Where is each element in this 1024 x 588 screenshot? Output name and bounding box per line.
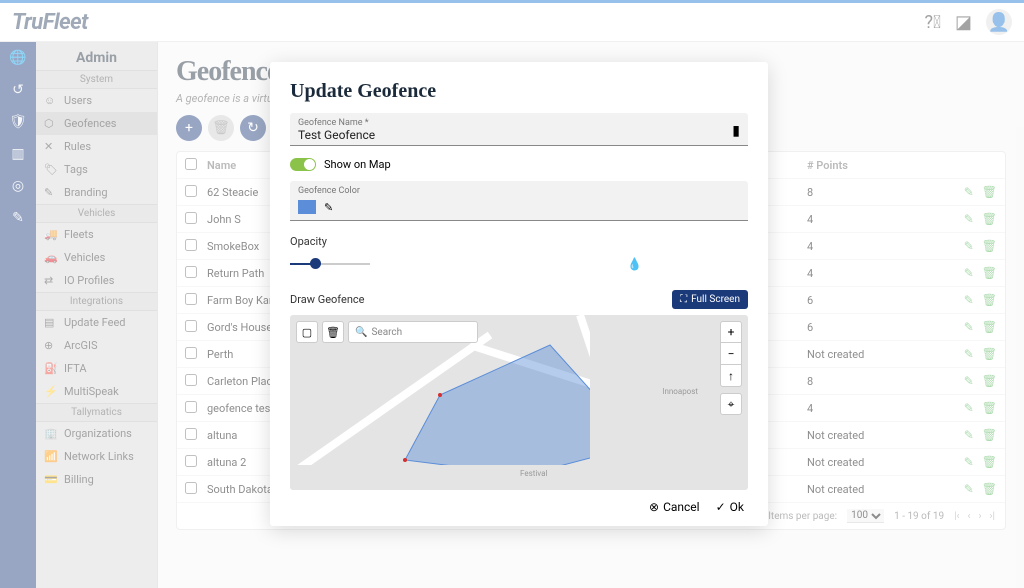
cancel-button[interactable]: ⊗Cancel bbox=[649, 500, 700, 514]
field-value: Test Geofence bbox=[298, 128, 740, 142]
contact-icon[interactable]: ▮ bbox=[732, 123, 740, 139]
map-poi-label: Festival bbox=[520, 469, 547, 478]
fullscreen-button[interactable]: ⛶ Full Screen bbox=[672, 290, 748, 309]
locate-button[interactable]: ⌖ bbox=[720, 393, 742, 415]
ok-button[interactable]: ✓Ok bbox=[716, 500, 744, 514]
color-label: Geofence Color bbox=[298, 186, 740, 196]
fullscreen-icon: ⛶ bbox=[680, 294, 687, 305]
geofence-color-field: Geofence Color ✎ bbox=[290, 181, 748, 221]
modal-title: Update Geofence bbox=[290, 80, 748, 103]
opacity-slider[interactable]: 💧 bbox=[290, 254, 370, 274]
vertex-icon[interactable] bbox=[438, 393, 442, 397]
geofence-name-field[interactable]: Geofence Name * Test Geofence ▮ bbox=[290, 113, 748, 146]
map-canvas[interactable]: Innoapost Festival ▢ 🗑 🔍 Search + − ↑ ⌖ bbox=[290, 315, 748, 490]
droplet-icon: 💧 bbox=[627, 257, 642, 271]
color-swatch[interactable] bbox=[298, 200, 316, 214]
update-geofence-modal: Update Geofence Geofence Name * Test Geo… bbox=[270, 62, 768, 526]
show-on-map-label: Show on Map bbox=[324, 158, 391, 171]
map-search-input[interactable]: 🔍 Search bbox=[348, 321, 478, 343]
draw-label: Draw Geofence bbox=[290, 293, 365, 306]
show-on-map-toggle[interactable] bbox=[290, 158, 316, 171]
zoom-in-button[interactable]: + bbox=[720, 321, 742, 343]
map-poi-label: Innoapost bbox=[662, 387, 698, 396]
vertex-icon[interactable] bbox=[403, 458, 407, 462]
map-shape-button[interactable]: ▢ bbox=[296, 321, 318, 343]
map-delete-button[interactable]: 🗑 bbox=[322, 321, 344, 343]
opacity-label: Opacity bbox=[290, 235, 748, 248]
zoom-out-button[interactable]: − bbox=[720, 343, 742, 365]
cancel-icon: ⊗ bbox=[649, 500, 659, 514]
edit-color-icon[interactable]: ✎ bbox=[324, 201, 333, 214]
check-icon: ✓ bbox=[716, 500, 726, 514]
reset-north-button[interactable]: ↑ bbox=[720, 365, 742, 387]
field-label: Geofence Name * bbox=[298, 118, 740, 128]
search-icon: 🔍 bbox=[355, 327, 367, 338]
